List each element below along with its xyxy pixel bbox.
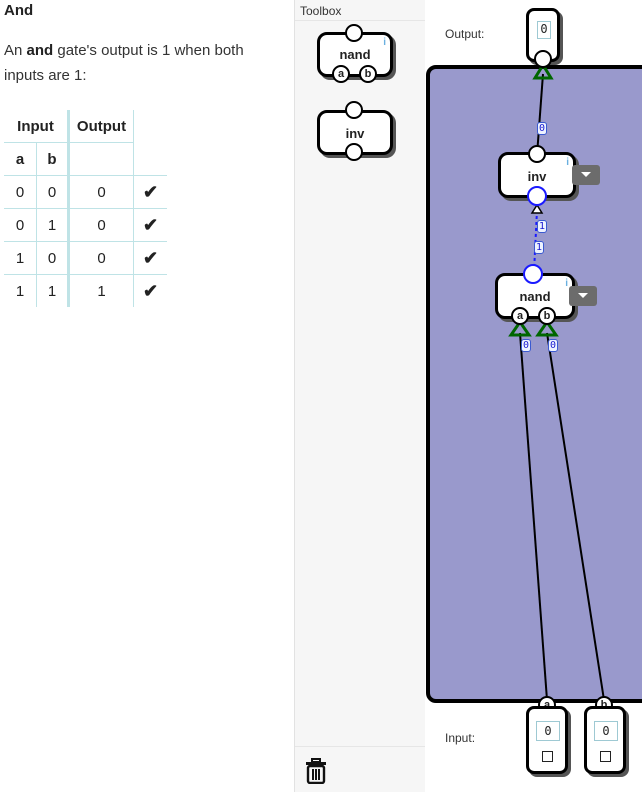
output-label: Output:: [445, 27, 485, 41]
input-b-checkbox[interactable]: [600, 751, 611, 762]
input-a-value[interactable]: 0: [536, 721, 560, 741]
wire-value-tag: 0: [537, 122, 548, 135]
input-b-value[interactable]: 0: [594, 721, 618, 741]
nand-output-pin[interactable]: [523, 264, 543, 284]
nand-input-pin-b[interactable]: b: [538, 307, 556, 325]
wire-value-tag: 1: [534, 241, 545, 254]
inv-output-pin[interactable]: [528, 145, 546, 163]
info-icon[interactable]: i: [566, 157, 569, 168]
inv-dropdown-button[interactable]: [572, 165, 600, 185]
output-node-pin: [534, 50, 552, 68]
nand-input-pin-a[interactable]: a: [511, 307, 529, 325]
input-a-checkbox[interactable]: [542, 751, 553, 762]
wire-value-tag: 1: [537, 220, 548, 233]
info-icon[interactable]: i: [565, 278, 568, 289]
wires: [508, 62, 605, 701]
nand-dropdown-button[interactable]: [569, 286, 597, 306]
input-node-a: 0: [526, 706, 568, 774]
input-node-b: 0: [584, 706, 626, 774]
wire-value-tag: 0: [521, 339, 532, 352]
input-label: Input:: [445, 731, 476, 745]
output-value: 0: [537, 21, 551, 39]
inv-input-pin[interactable]: [527, 186, 547, 206]
wire-value-tag: 0: [548, 339, 559, 352]
